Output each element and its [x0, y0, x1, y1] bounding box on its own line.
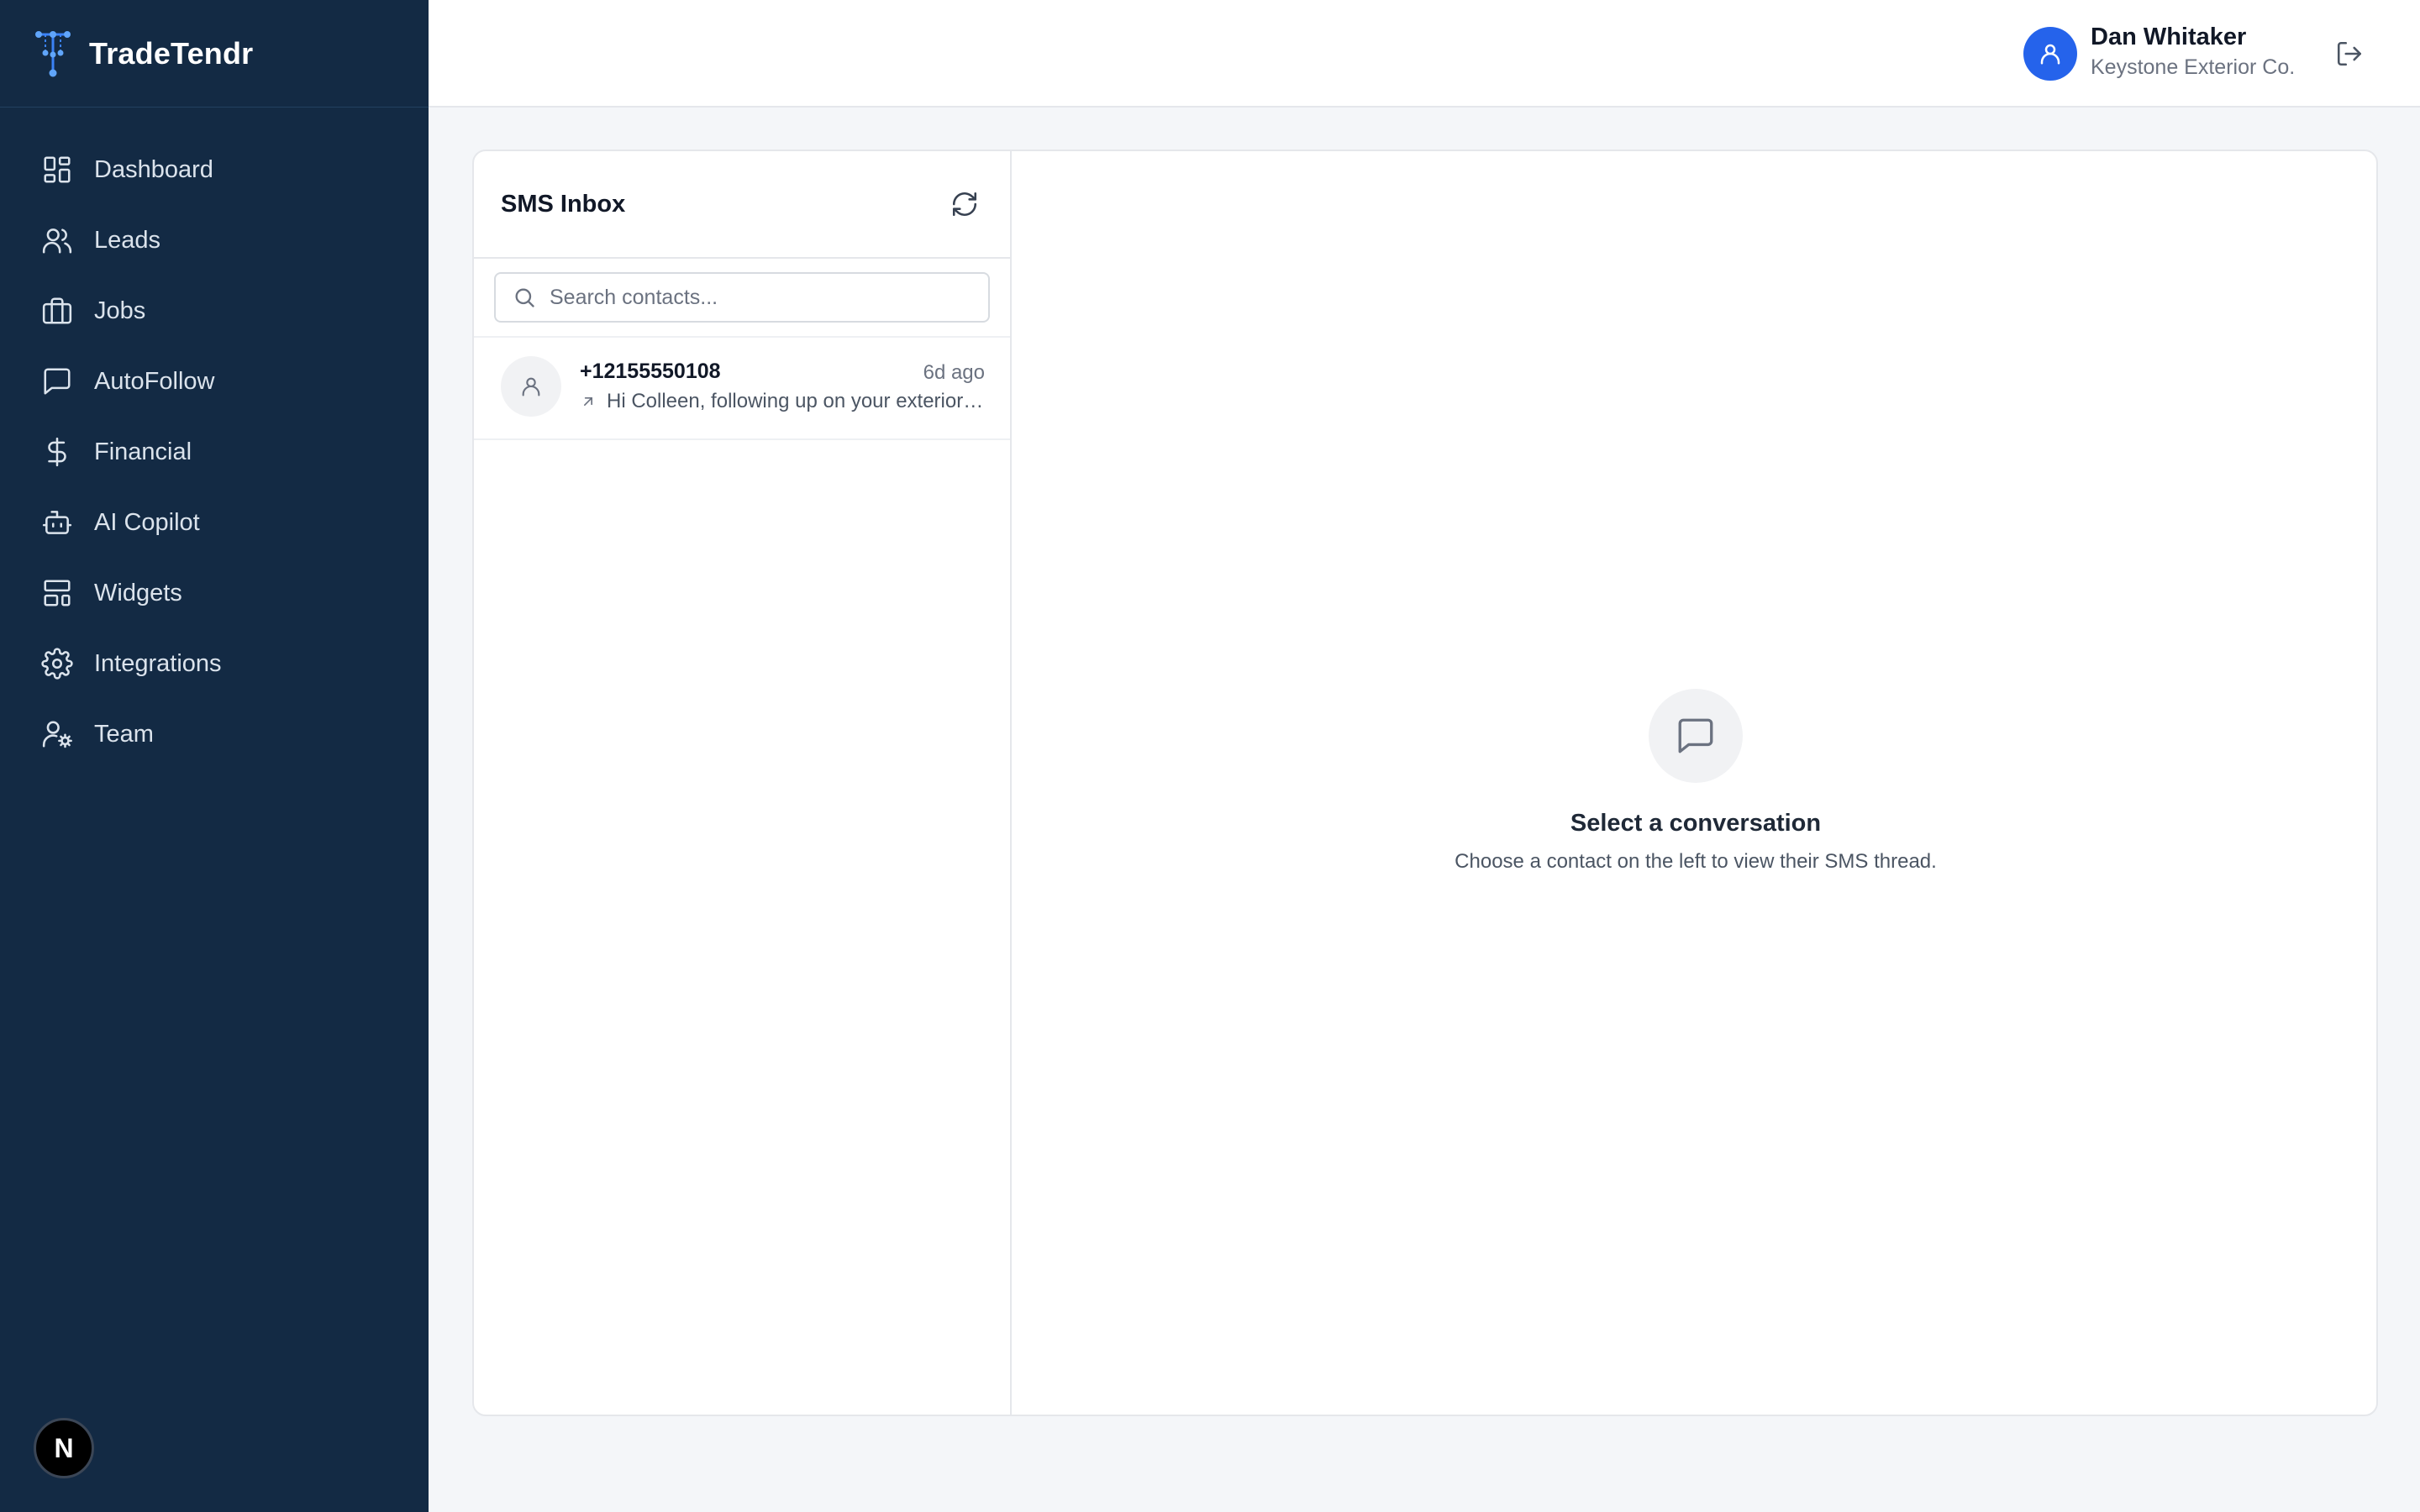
next-badge[interactable]: N	[34, 1418, 94, 1478]
briefcase-icon	[40, 294, 74, 328]
dollar-sign-icon	[40, 435, 74, 469]
empty-state-title: Select a conversation	[1570, 810, 1822, 837]
sidebar-item-widgets[interactable]: Widgets	[0, 558, 429, 628]
layout-icon	[40, 576, 74, 610]
empty-state-icon-wrap	[1649, 689, 1743, 783]
list-item[interactable]: +12155550108 6d ago Hi Colleen, followin…	[474, 338, 1010, 440]
dashboard-icon	[40, 153, 74, 186]
inbox-panel: SMS Inbox +12155550108	[474, 151, 1012, 1415]
users-icon	[40, 223, 74, 257]
brand-logo-icon	[35, 30, 71, 76]
user-company: Keystone Exterior Co.	[2091, 55, 2296, 79]
sidebar-item-label: Integrations	[94, 649, 222, 677]
arrow-up-right-icon	[584, 397, 592, 406]
sidebar-item-jobs[interactable]: Jobs	[0, 276, 429, 346]
message-square-icon	[1678, 718, 1713, 753]
refresh-button[interactable]	[946, 186, 983, 223]
sidebar-item-team[interactable]: Team	[0, 699, 429, 769]
sidebar-item-label: Team	[94, 720, 154, 748]
bot-icon	[40, 506, 74, 539]
sidebar-item-label: Dashboard	[94, 155, 213, 183]
search-box[interactable]	[494, 272, 990, 323]
contact-avatar	[501, 356, 561, 417]
sidebar-item-leads[interactable]: Leads	[0, 205, 429, 276]
sidebar-item-label: AutoFollow	[94, 367, 215, 395]
brand-name: TradeTendr	[89, 35, 254, 71]
sidebar-item-financial[interactable]: Financial	[0, 417, 429, 487]
thread-panel: Select a conversation Choose a contact o…	[1012, 151, 2376, 1415]
refresh-icon	[952, 192, 977, 217]
logout-icon	[2337, 41, 2362, 66]
sidebar: TradeTendr Dashboard Leads Jobs AutoFoll…	[0, 0, 429, 1512]
sidebar-item-dashboard[interactable]: Dashboard	[0, 134, 429, 205]
contact-phone: +12155550108	[580, 360, 721, 383]
sidebar-item-ai-copilot[interactable]: AI Copilot	[0, 487, 429, 558]
empty-state-subtitle: Choose a contact on the left to view the…	[1455, 850, 1937, 873]
message-square-icon	[40, 365, 74, 398]
search-icon	[515, 288, 534, 307]
sidebar-item-label: Widgets	[94, 579, 182, 606]
brand[interactable]: TradeTendr	[0, 0, 429, 108]
sms-card: SMS Inbox +12155550108	[472, 150, 2378, 1416]
user-name: Dan Whitaker	[2091, 24, 2247, 50]
search-input[interactable]	[550, 285, 970, 310]
logout-button[interactable]	[2333, 37, 2366, 71]
sidebar-nav: Dashboard Leads Jobs AutoFollow Financia…	[0, 108, 429, 769]
sidebar-item-label: Jobs	[94, 297, 146, 324]
avatar[interactable]	[2023, 27, 2077, 81]
top-header: Dan Whitaker Keystone Exterior Co.	[429, 0, 2420, 108]
conversation-preview: Hi Colleen, following up on your exterio…	[607, 390, 986, 412]
sidebar-item-integrations[interactable]: Integrations	[0, 628, 429, 699]
sidebar-item-label: AI Copilot	[94, 508, 200, 536]
user-icon	[2040, 44, 2060, 65]
user-cog-icon	[40, 717, 74, 751]
conversation-preview-row: Hi Colleen, following up on your exterio…	[580, 390, 986, 413]
sidebar-item-label: Leads	[94, 226, 161, 254]
inbox-header: SMS Inbox	[474, 151, 1010, 259]
user-icon	[522, 377, 540, 396]
inbox-title: SMS Inbox	[501, 190, 626, 218]
conversation-time: 6d ago	[923, 361, 985, 384]
gear-icon	[40, 647, 74, 680]
search-wrap	[474, 259, 1010, 338]
sidebar-item-label: Financial	[94, 438, 192, 465]
sidebar-item-autofollow[interactable]: AutoFollow	[0, 346, 429, 417]
